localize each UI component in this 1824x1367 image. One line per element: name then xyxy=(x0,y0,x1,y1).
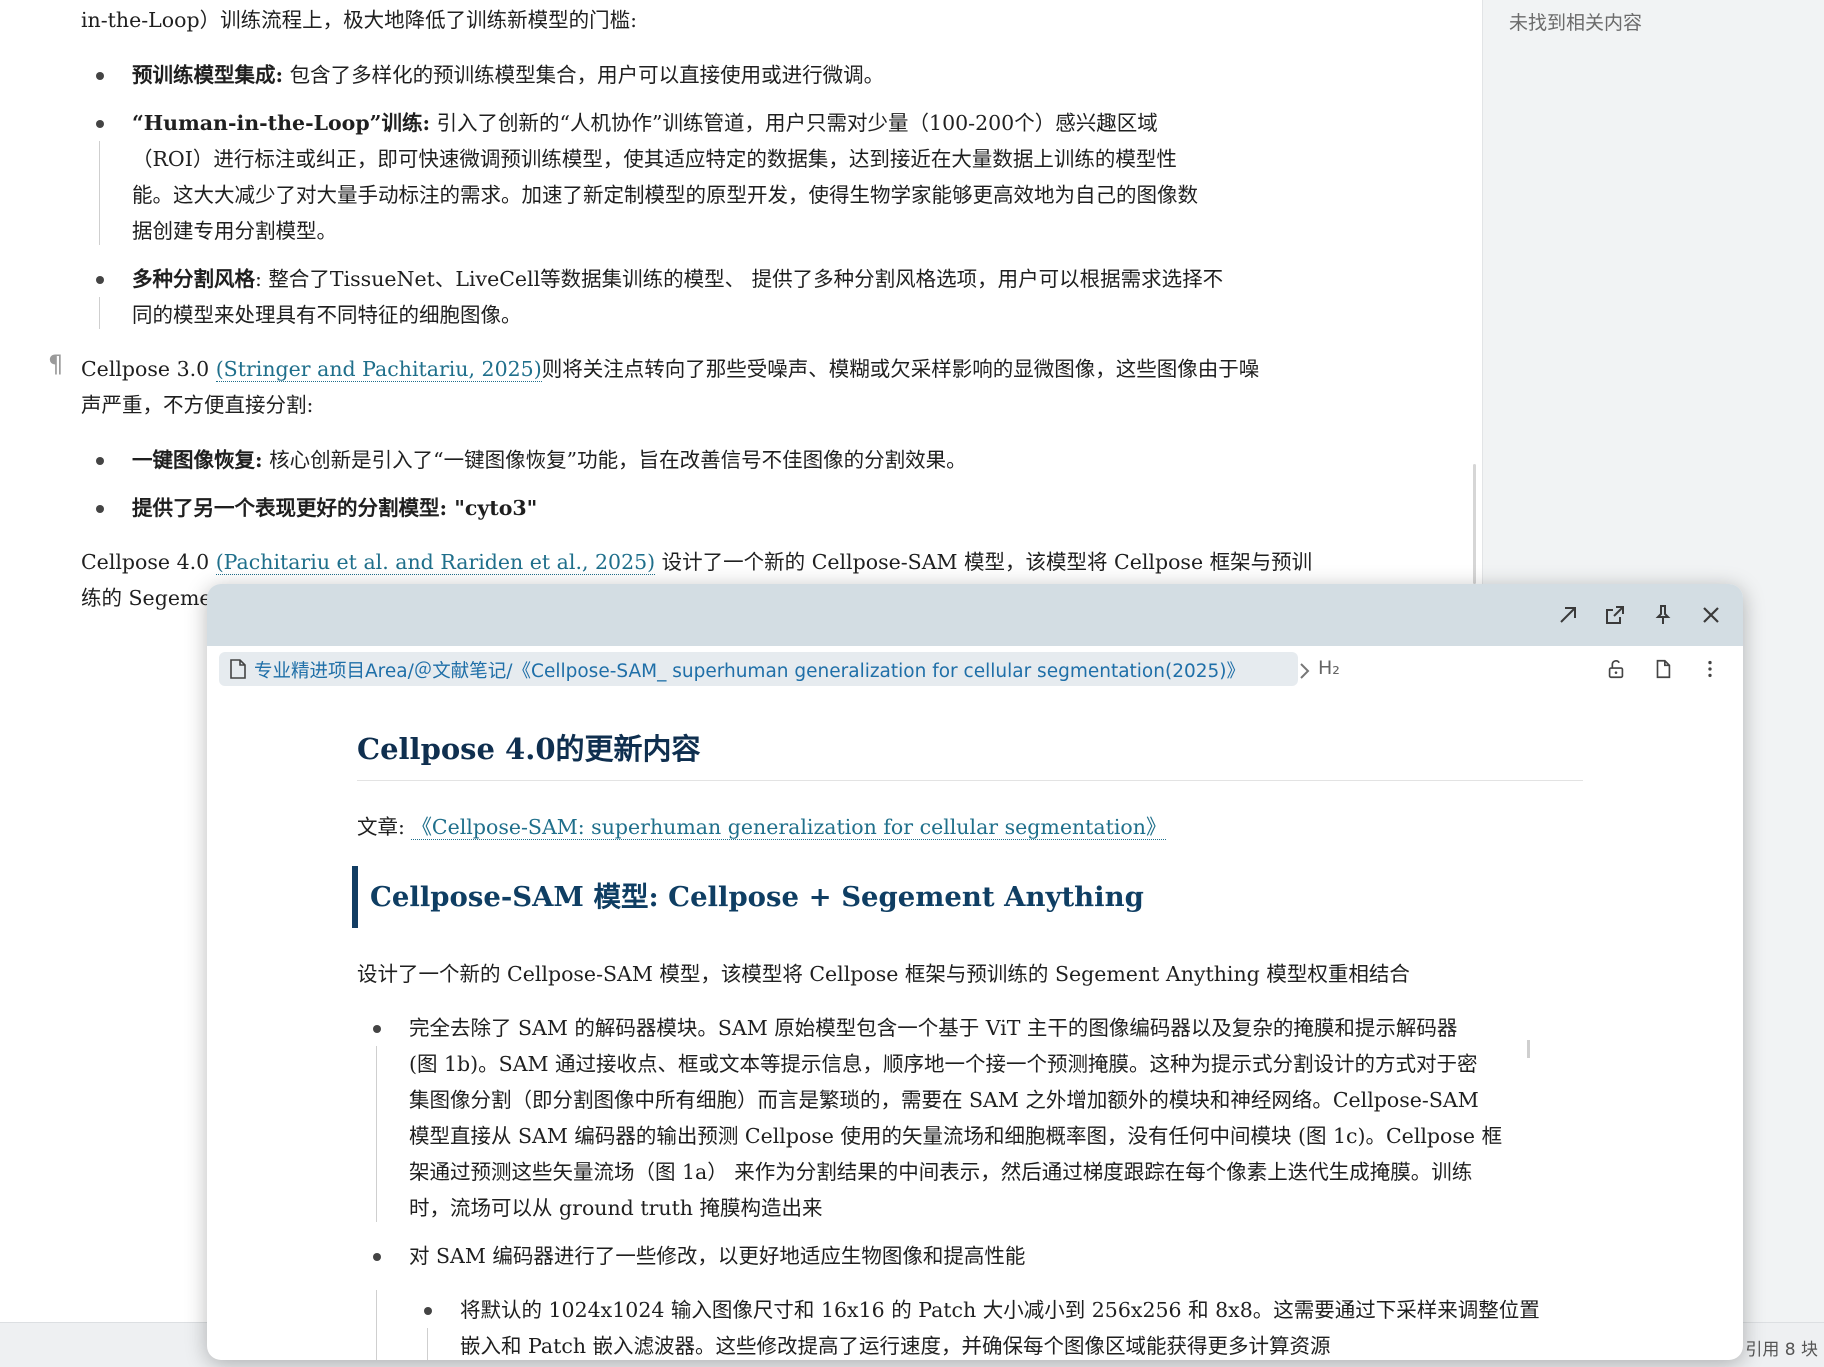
list-item[interactable]: 多种分割风格: 整合了TissueNet、LiveCell等数据集训练的模型、 … xyxy=(96,261,1316,333)
list-item[interactable]: “Human-in-the-Loop”训练: 引入了创新的“人机协作”训练管道，… xyxy=(96,105,1316,249)
heading-level-label[interactable]: H₂ xyxy=(1318,657,1340,679)
bullet-dot xyxy=(373,1253,381,1261)
bullet-dot xyxy=(96,72,104,80)
bullet-dot xyxy=(424,1307,432,1315)
block-preview-popup[interactable]: 专业精进项目Area/＠文献笔记/《Cellpose-SAM_ superhum… xyxy=(207,584,1743,1360)
bullet-bold: 预训练模型集成: xyxy=(132,63,284,87)
article-reference: 文章: 《Cellpose-SAM: superhuman generaliza… xyxy=(357,815,1167,840)
bullet-bold: 一键图像恢复: xyxy=(132,448,263,472)
bullet-text: 引入了创新的“人机协作”训练管道，用户只需对少量（100-200个）感兴趣区域 xyxy=(436,111,1158,135)
bullet-text: : 整合了TissueNet、LiveCell等数据集训练的模型、 提供了多种分… xyxy=(255,267,1224,291)
list-guide-line xyxy=(376,1290,377,1360)
document-icon[interactable] xyxy=(1649,655,1677,683)
bullet-dot xyxy=(96,505,104,513)
open-arrow-icon[interactable] xyxy=(1550,597,1586,633)
paragraph[interactable]: Cellpose 3.0 (Stringer and Pachitariu, 2… xyxy=(81,351,1311,423)
list-item[interactable]: 完全去除了 SAM 的解码器模块。SAM 原始模型包含一个基于 ViT 主干的图… xyxy=(373,1010,1613,1226)
list-item[interactable]: 一键图像恢复: 核心创新是引入了“一键图像恢复”功能，旨在改善信号不佳图像的分割… xyxy=(96,442,1316,478)
paragraph: 设计了一个新的 Cellpose-SAM 模型，该模型将 Cellpose 框架… xyxy=(357,962,1410,986)
bullet-text: 核心创新是引入了“一键图像恢复”功能，旨在改善信号不佳图像的分割效果。 xyxy=(269,448,967,472)
bullet-bold: “Human-in-the-Loop”训练: xyxy=(132,111,431,135)
unlock-icon[interactable] xyxy=(1602,655,1630,683)
bullet-dot xyxy=(96,457,104,465)
bullet-bold: 提供了另一个表现更好的分割模型: "cyto3" xyxy=(132,496,538,520)
chevron-right-icon xyxy=(1300,663,1310,679)
bullet-bold: 多种分割风格 xyxy=(132,267,255,291)
bullet-text: （ROI）进行标注或纠正，即可快速微调预训练模型，使其适应特定的数据集，达到接近… xyxy=(132,147,1177,171)
open-in-new-window-icon[interactable] xyxy=(1597,597,1633,633)
bullet-text: 同的模型来处理具有不同特征的细胞图像。 xyxy=(132,303,522,327)
breadcrumb-text[interactable]: 专业精进项目Area/＠文献笔记/《Cellpose-SAM_ superhum… xyxy=(254,657,1245,683)
close-icon[interactable] xyxy=(1693,597,1729,633)
article-link[interactable]: 《Cellpose-SAM: superhuman generalization… xyxy=(411,815,1167,840)
list-item[interactable]: 提供了另一个表现更好的分割模型: "cyto3" xyxy=(96,490,1316,526)
bullet-dot xyxy=(96,120,104,128)
heading-accent-bar xyxy=(352,866,358,928)
bullet-text: 据创建专用分割模型。 xyxy=(132,219,337,243)
popup-titlebar[interactable] xyxy=(207,584,1743,646)
list-guide-line xyxy=(99,141,100,245)
bullet-text: 能。这大大减少了对大量手动标注的需求。加速了新定制模型的原型开发，使得生物学家能… xyxy=(132,183,1198,207)
list-item[interactable]: 预训练模型集成: 包含了多样化的预训练模型集合，用户可以直接使用或进行微调。 xyxy=(96,57,1316,93)
text-line: in-the-Loop）训练流程上，极大地降低了训练新模型的门槛: xyxy=(81,8,638,32)
bullet-dot xyxy=(96,276,104,284)
document-scrollbar[interactable] xyxy=(1473,464,1476,584)
bullet-dot xyxy=(373,1025,381,1033)
heading-h3: Cellpose-SAM 模型: Cellpose + Segement Any… xyxy=(370,881,1144,913)
pin-icon[interactable] xyxy=(1645,597,1681,633)
bullet-text: 包含了多样化的预训练模型集合，用户可以直接使用或进行微调。 xyxy=(289,63,885,87)
heading-divider xyxy=(357,780,1583,781)
list-guide-line xyxy=(427,1328,428,1360)
popup-scrollbar[interactable] xyxy=(1527,1040,1530,1058)
list-guide-line xyxy=(376,1046,377,1222)
citation-link[interactable]: (Stringer and Pachitariu, 2025) xyxy=(215,357,542,382)
list-item[interactable]: 将默认的 1024x1024 输入图像尺寸和 16x16 的 Patch 大小减… xyxy=(424,1292,1664,1360)
no-results-text: 未找到相关内容 xyxy=(1509,12,1643,34)
reference-count[interactable]: 引用 8 块 xyxy=(1745,1335,1818,1360)
list-guide-line xyxy=(99,297,100,329)
more-options-icon[interactable] xyxy=(1696,655,1724,683)
file-icon xyxy=(230,659,246,679)
paragraph-mark-icon[interactable]: ¶ xyxy=(48,350,63,378)
citation-link[interactable]: (Pachitariu et al. and Rariden et al., 2… xyxy=(215,550,656,575)
heading-h2: Cellpose 4.0的更新内容 xyxy=(357,732,701,766)
list-item[interactable]: 对 SAM 编码器进行了一些修改，以更好地适应生物图像和提高性能 xyxy=(373,1238,1613,1274)
breadcrumb-path[interactable]: 专业精进项目Area/＠文献笔记/《Cellpose-SAM_ superhum… xyxy=(219,652,1298,686)
